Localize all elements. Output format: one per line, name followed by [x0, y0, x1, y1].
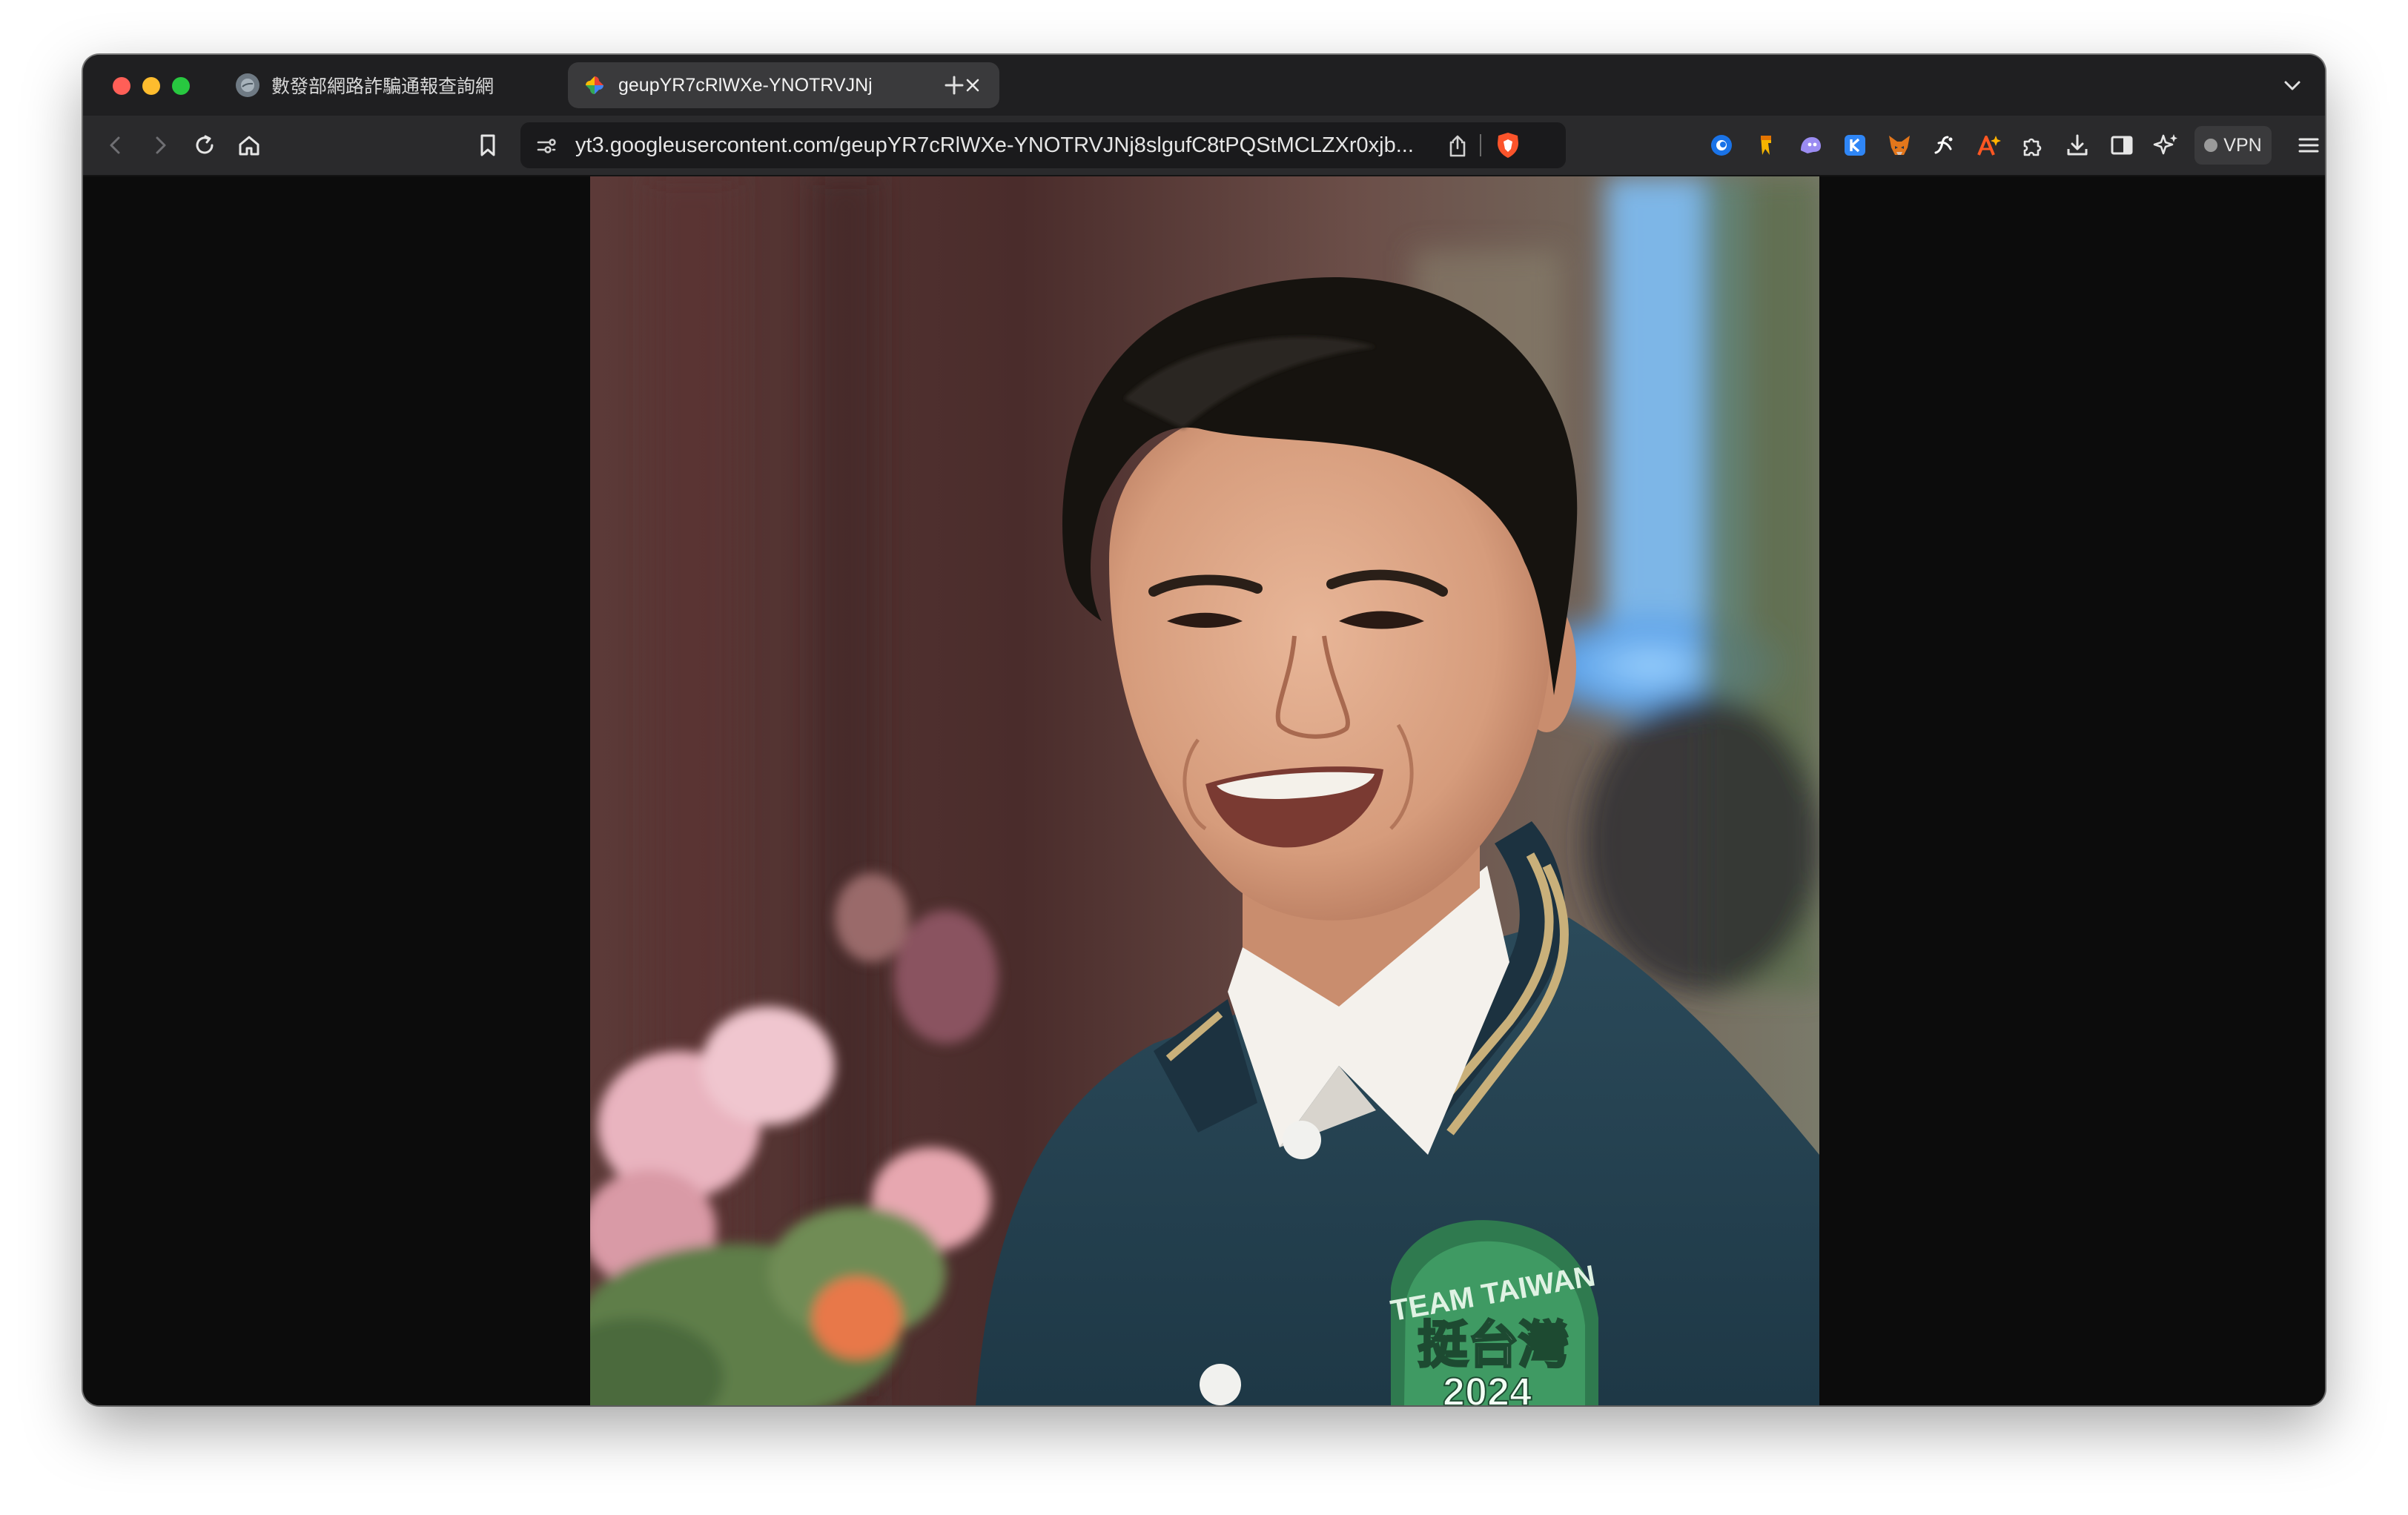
patch-main-text: 挺台灣 [1418, 1316, 1569, 1375]
tab-photo[interactable]: geupYR7cRlWXe-YNOTRVJNj [568, 62, 999, 108]
bookmark-button[interactable] [472, 129, 504, 162]
window-maximize-button[interactable] [172, 77, 190, 95]
site-settings-icon[interactable] [534, 133, 559, 159]
script-extension-icon[interactable] [1928, 129, 1960, 162]
forward-button[interactable] [144, 129, 176, 162]
tab-title: 數發部網路詐騙通報查詢網 [271, 76, 494, 97]
ghost-extension-icon[interactable] [1794, 129, 1827, 162]
google-photos-pinwheel-icon [583, 73, 606, 97]
patch-year-text: 2024 [1443, 1370, 1532, 1405]
share-icon[interactable] [1446, 133, 1469, 159]
address-bar[interactable]: yt3.googleusercontent.com/geupYR7cRlWXe-… [520, 122, 1566, 168]
metamask-fox-icon[interactable] [1883, 129, 1916, 162]
k-extension-icon[interactable] [1839, 129, 1871, 162]
url-text: yt3.googleusercontent.com/geupYR7cRlWXe-… [575, 133, 1414, 157]
tab-strip: 數發部網路詐騙通報查詢網 geupYR7cRlWXe-YNOTRVJNj [83, 55, 2325, 116]
tab-title: geupYR7cRlWXe-YNOTRVJNj [618, 74, 873, 96]
reload-button[interactable] [188, 129, 221, 162]
download-icon[interactable] [2061, 129, 2094, 162]
puzzle-extensions-icon[interactable] [2017, 129, 2049, 162]
sidebar-toggle-icon[interactable] [2106, 129, 2138, 162]
window-close-button[interactable] [113, 77, 130, 95]
edge-extension-icon[interactable] [1705, 129, 1738, 162]
window-minimize-button[interactable] [142, 77, 160, 95]
vpn-button[interactable]: VPN [2194, 126, 2272, 165]
vpn-label: VPN [2223, 134, 2262, 156]
hamburger-menu-icon[interactable] [2292, 129, 2325, 162]
divider [1480, 134, 1481, 156]
home-button[interactable] [233, 129, 265, 162]
chevron-down-icon[interactable] [2276, 70, 2309, 102]
vpn-status-icon [2204, 139, 2218, 152]
back-button[interactable] [99, 129, 132, 162]
browser-window: 數發部網路詐騙通報查詢網 geupYR7cRlWXe-YNOTRVJNj yt3… [83, 55, 2325, 1405]
brave-shields-icon[interactable] [1495, 131, 1521, 159]
leo-ai-sparkle-icon[interactable] [2150, 129, 2183, 162]
new-tab-button[interactable] [936, 67, 973, 104]
toolbar: yt3.googleusercontent.com/geupYR7cRlWXe-… [83, 116, 2325, 176]
bookmark-ribbon-extension-icon[interactable] [1750, 129, 1782, 162]
globe-icon [236, 73, 259, 97]
tab-fraud-report[interactable]: 數發部網路詐騙通報查詢網 [221, 62, 547, 108]
a-sparkle-extension-icon[interactable] [1972, 129, 2005, 162]
page-content: TEAM TAIWAN 挺台灣 2024 [83, 176, 2325, 1405]
displayed-photo: TEAM TAIWAN 挺台灣 2024 [590, 176, 1819, 1405]
